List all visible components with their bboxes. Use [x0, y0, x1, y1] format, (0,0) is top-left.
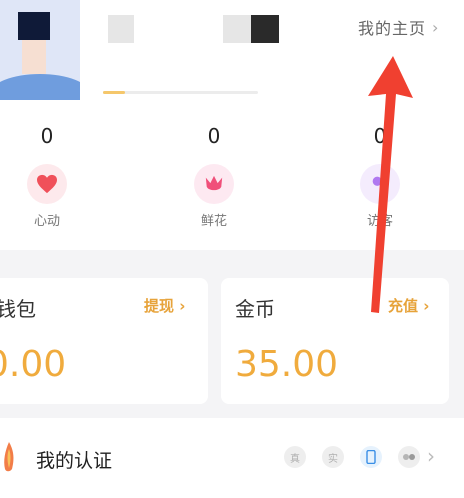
- recharge-label: 充值: [388, 297, 419, 315]
- id-blur: [223, 15, 251, 43]
- flower-icon: [194, 164, 234, 204]
- certification-icon: [4, 442, 14, 472]
- withdraw-link[interactable]: 提现 ›: [144, 295, 185, 316]
- chevron-right-icon: ›: [174, 297, 186, 315]
- stat-likes-label: 心动: [33, 214, 60, 229]
- withdraw-label: 提现: [144, 297, 175, 315]
- coins-amount: 35.00: [235, 344, 339, 385]
- id-blur-dark: [251, 15, 279, 43]
- stat-visitors-count: 0: [373, 124, 387, 148]
- heart-icon: [27, 164, 67, 204]
- stat-flowers-count: 0: [207, 124, 221, 148]
- stat-visitors[interactable]: 0 访客: [350, 124, 410, 229]
- certification-label: 我的认证: [36, 450, 113, 472]
- wallet-title: 钱包: [0, 297, 36, 321]
- stat-flowers[interactable]: 0 鲜花: [184, 124, 244, 229]
- chevron-right-icon: ›: [418, 297, 430, 315]
- my-homepage-label: 我的主页: [358, 19, 427, 38]
- link-icon: [398, 446, 420, 468]
- stat-flowers-label: 鲜花: [200, 214, 227, 229]
- real-name-badge: 真: [284, 446, 306, 468]
- coins-title: 金币: [235, 297, 275, 321]
- level-progress-bar: [103, 91, 258, 94]
- stat-visitors-label: 访客: [366, 214, 393, 229]
- chevron-right-icon: ›: [427, 444, 435, 468]
- visitor-icon: [360, 164, 400, 204]
- recharge-link[interactable]: 充值 ›: [388, 295, 429, 316]
- phone-icon: [360, 446, 382, 468]
- username-blur: [108, 15, 134, 43]
- real-person-badge: 实: [322, 446, 344, 468]
- stat-likes[interactable]: 0 心动: [17, 124, 77, 229]
- my-homepage-link[interactable]: 我的主页 ›: [358, 15, 439, 39]
- avatar[interactable]: [0, 0, 80, 100]
- chevron-right-icon: ›: [432, 17, 440, 37]
- stat-likes-count: 0: [40, 124, 54, 148]
- wallet-amount: 0.00: [0, 344, 67, 385]
